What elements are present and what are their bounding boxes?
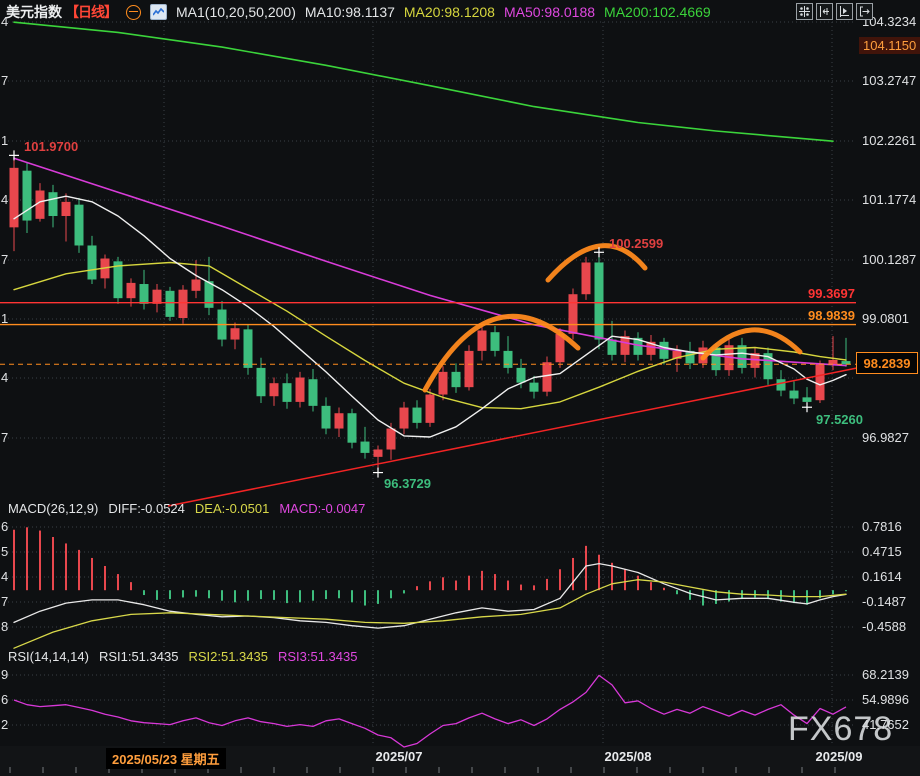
ma10-value: MA10:98.1137 [305,4,395,20]
timeframe-label[interactable]: 【日线】 [65,2,117,22]
macd-dea-value: DEA:-0.0501 [195,501,269,516]
ma20-value: MA20:98.1208 [404,4,495,20]
chart-toolbar [796,3,873,20]
ma50-value: MA50:98.0188 [504,4,595,20]
reset-view-icon[interactable] [856,3,873,20]
macd-diff-value: DIFF:-0.0524 [108,501,185,516]
ma200-value: MA200:102.4669 [604,4,711,20]
rsi-header: RSI(14,14,14) RSI1:51.3435 RSI2:51.3435 … [8,649,357,664]
chart-header: 美元指数 【日线】 MA1(10,20,50,200) MA10:98.1137… [6,2,711,22]
chart-style-icon[interactable] [150,4,167,20]
collapse-icon[interactable] [126,5,141,20]
y-axis-scale-icon[interactable] [816,3,833,20]
ma-group-label: MA1(10,20,50,200) [176,4,296,20]
rsi3-value: RSI3:51.3435 [278,649,358,664]
rsi2-value: RSI2:51.3435 [188,649,268,664]
macd-title: MACD(26,12,9) [8,501,98,516]
macd-macd-value: MACD:-0.0047 [279,501,365,516]
x-axis-scale-icon[interactable] [836,3,853,20]
macd-header: MACD(26,12,9) DIFF:-0.0524 DEA:-0.0501 M… [8,501,365,516]
trading-app-window: { "header": { "symbol": "美元指数", "timefra… [0,0,920,776]
rsi-title: RSI(14,14,14) [8,649,89,664]
pan-tool-icon[interactable] [796,3,813,20]
symbol-title: 美元指数 [6,2,62,22]
rsi1-value: RSI1:51.3435 [99,649,179,664]
